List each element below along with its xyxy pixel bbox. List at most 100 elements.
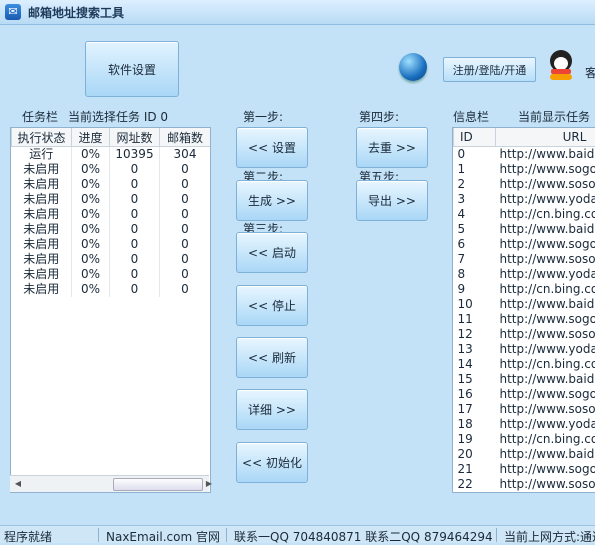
table-cell: 未启用 — [12, 207, 72, 222]
row-id: 8 — [454, 267, 496, 282]
table-cell: 未启用 — [12, 237, 72, 252]
list-item[interactable]: 8http://www.yoda — [454, 267, 595, 282]
register-login-button[interactable]: 注册/登陆/开通 — [443, 57, 536, 82]
table-cell: 0 — [160, 207, 211, 222]
table-cell: 304 — [160, 147, 211, 163]
table-row[interactable]: 未启用0%00 — [12, 252, 211, 267]
row-id: 11 — [454, 312, 496, 327]
table-row[interactable]: 未启用0%00 — [12, 177, 211, 192]
table-row[interactable]: 未启用0%00 — [12, 162, 211, 177]
row-url: http://www.baidu — [496, 447, 595, 462]
row-url: http://www.baidu — [496, 222, 595, 237]
row-url: http://www.yoda — [496, 267, 595, 282]
table-cell: 0% — [72, 252, 110, 267]
column-header-progress[interactable]: 进度 — [72, 128, 110, 147]
scrollbar-thumb[interactable] — [113, 478, 203, 491]
task-list[interactable]: 执行状态 进度 网址数 邮箱数 运行0%10395304未启用0%00未启用0%… — [10, 127, 211, 493]
table-row[interactable]: 未启用0%00 — [12, 267, 211, 282]
export-button[interactable]: 导出 >> — [356, 180, 428, 221]
list-item[interactable]: 10http://www.baidu — [454, 297, 595, 312]
list-item[interactable]: 14http://cn.bing.co — [454, 357, 595, 372]
table-cell: 0% — [72, 147, 110, 163]
task-list-horizontal-scrollbar[interactable]: ◀ ▶ — [10, 475, 209, 492]
list-item[interactable]: 6http://www.sogo — [454, 237, 595, 252]
table-cell: 0% — [72, 177, 110, 192]
list-item[interactable]: 5http://www.baidu — [454, 222, 595, 237]
row-id: 6 — [454, 237, 496, 252]
table-cell: 未启用 — [12, 222, 72, 237]
start-button[interactable]: << 启动 — [236, 232, 308, 273]
list-item[interactable]: 11http://www.sogo — [454, 312, 595, 327]
column-header-email-count[interactable]: 邮箱数 — [160, 128, 211, 147]
list-item[interactable]: 19http://cn.bing.co — [454, 432, 595, 447]
column-header-url[interactable]: URL — [496, 128, 595, 147]
list-item[interactable]: 20http://www.baidu — [454, 447, 595, 462]
stop-button[interactable]: << 停止 — [236, 285, 308, 326]
software-settings-button[interactable]: 软件设置 — [85, 41, 179, 97]
column-header-status[interactable]: 执行状态 — [12, 128, 72, 147]
table-row[interactable]: 未启用0%00 — [12, 222, 211, 237]
detail-button[interactable]: 详细 >> — [236, 389, 308, 430]
table-cell: 0 — [110, 222, 160, 237]
list-item[interactable]: 22http://www.soso — [454, 477, 595, 492]
table-row[interactable]: 未启用0%00 — [12, 282, 211, 297]
table-row[interactable]: 未启用0%00 — [12, 237, 211, 252]
row-url: http://www.baidu — [496, 372, 595, 387]
list-item[interactable]: 7http://www.soso — [454, 252, 595, 267]
row-url: http://www.yoda — [496, 417, 595, 432]
table-cell: 未启用 — [12, 282, 72, 297]
row-id: 17 — [454, 402, 496, 417]
status-network: 当前上网方式:通过 — [504, 528, 595, 545]
task-panel-title: 任务栏 — [22, 108, 58, 125]
row-id: 4 — [454, 207, 496, 222]
list-item[interactable]: 12http://www.soso — [454, 327, 595, 342]
table-row[interactable]: 未启用0%00 — [12, 192, 211, 207]
list-item[interactable]: 21http://www.sogo — [454, 462, 595, 477]
set-button[interactable]: << 设置 — [236, 127, 308, 168]
list-item[interactable]: 9http://cn.bing.co — [454, 282, 595, 297]
dedupe-button[interactable]: 去重 >> — [356, 127, 428, 168]
row-id: 22 — [454, 477, 496, 492]
row-id: 15 — [454, 372, 496, 387]
refresh-button[interactable]: << 刷新 — [236, 337, 308, 378]
list-item[interactable]: 17http://www.soso — [454, 402, 595, 417]
step1-label: 第一步: — [243, 108, 283, 125]
row-url: http://www.sogo — [496, 312, 595, 327]
list-item[interactable]: 18http://www.yoda — [454, 417, 595, 432]
table-cell: 0 — [110, 177, 160, 192]
info-list[interactable]: ID URL 0http://www.baidu1http://www.sogo… — [452, 127, 595, 493]
list-item[interactable]: 16http://www.sogo — [454, 387, 595, 402]
list-item[interactable]: 0http://www.baidu — [454, 147, 595, 163]
row-url: http://www.baidu — [496, 147, 595, 163]
qq-penguin-icon[interactable] — [548, 50, 574, 80]
row-id: 7 — [454, 252, 496, 267]
table-cell: 0 — [160, 282, 211, 297]
list-item[interactable]: 15http://www.baidu — [454, 372, 595, 387]
list-item[interactable]: 2http://www.soso — [454, 177, 595, 192]
current-display-label: 当前显示任务 — [518, 108, 590, 125]
row-url: http://www.soso — [496, 327, 595, 342]
status-site-link[interactable]: NaxEmail.com 官网 — [106, 528, 220, 545]
column-header-id[interactable]: ID — [454, 128, 496, 147]
row-id: 10 — [454, 297, 496, 312]
qq-service-label[interactable]: 客 — [585, 64, 595, 81]
generate-button[interactable]: 生成 >> — [236, 180, 308, 221]
scroll-left-icon[interactable]: ◀ — [12, 478, 24, 489]
table-cell: 0 — [160, 162, 211, 177]
column-header-url-count[interactable]: 网址数 — [110, 128, 160, 147]
row-url: http://www.sogo — [496, 162, 595, 177]
list-item[interactable]: 4http://cn.bing.co — [454, 207, 595, 222]
list-item[interactable]: 3http://www.yoda — [454, 192, 595, 207]
list-item[interactable]: 1http://www.sogo — [454, 162, 595, 177]
table-row[interactable]: 未启用0%00 — [12, 207, 211, 222]
table-row[interactable]: 运行0%10395304 — [12, 147, 211, 163]
table-cell: 0% — [72, 222, 110, 237]
initialize-button[interactable]: << 初始化 — [236, 442, 308, 483]
scroll-right-icon[interactable]: ▶ — [203, 478, 215, 489]
table-cell: 未启用 — [12, 162, 72, 177]
list-item[interactable]: 13http://www.yoda — [454, 342, 595, 357]
globe-icon[interactable] — [399, 53, 427, 81]
row-url: http://cn.bing.co — [496, 282, 595, 297]
table-cell: 0% — [72, 267, 110, 282]
status-ready: 程序就绪 — [4, 528, 52, 545]
